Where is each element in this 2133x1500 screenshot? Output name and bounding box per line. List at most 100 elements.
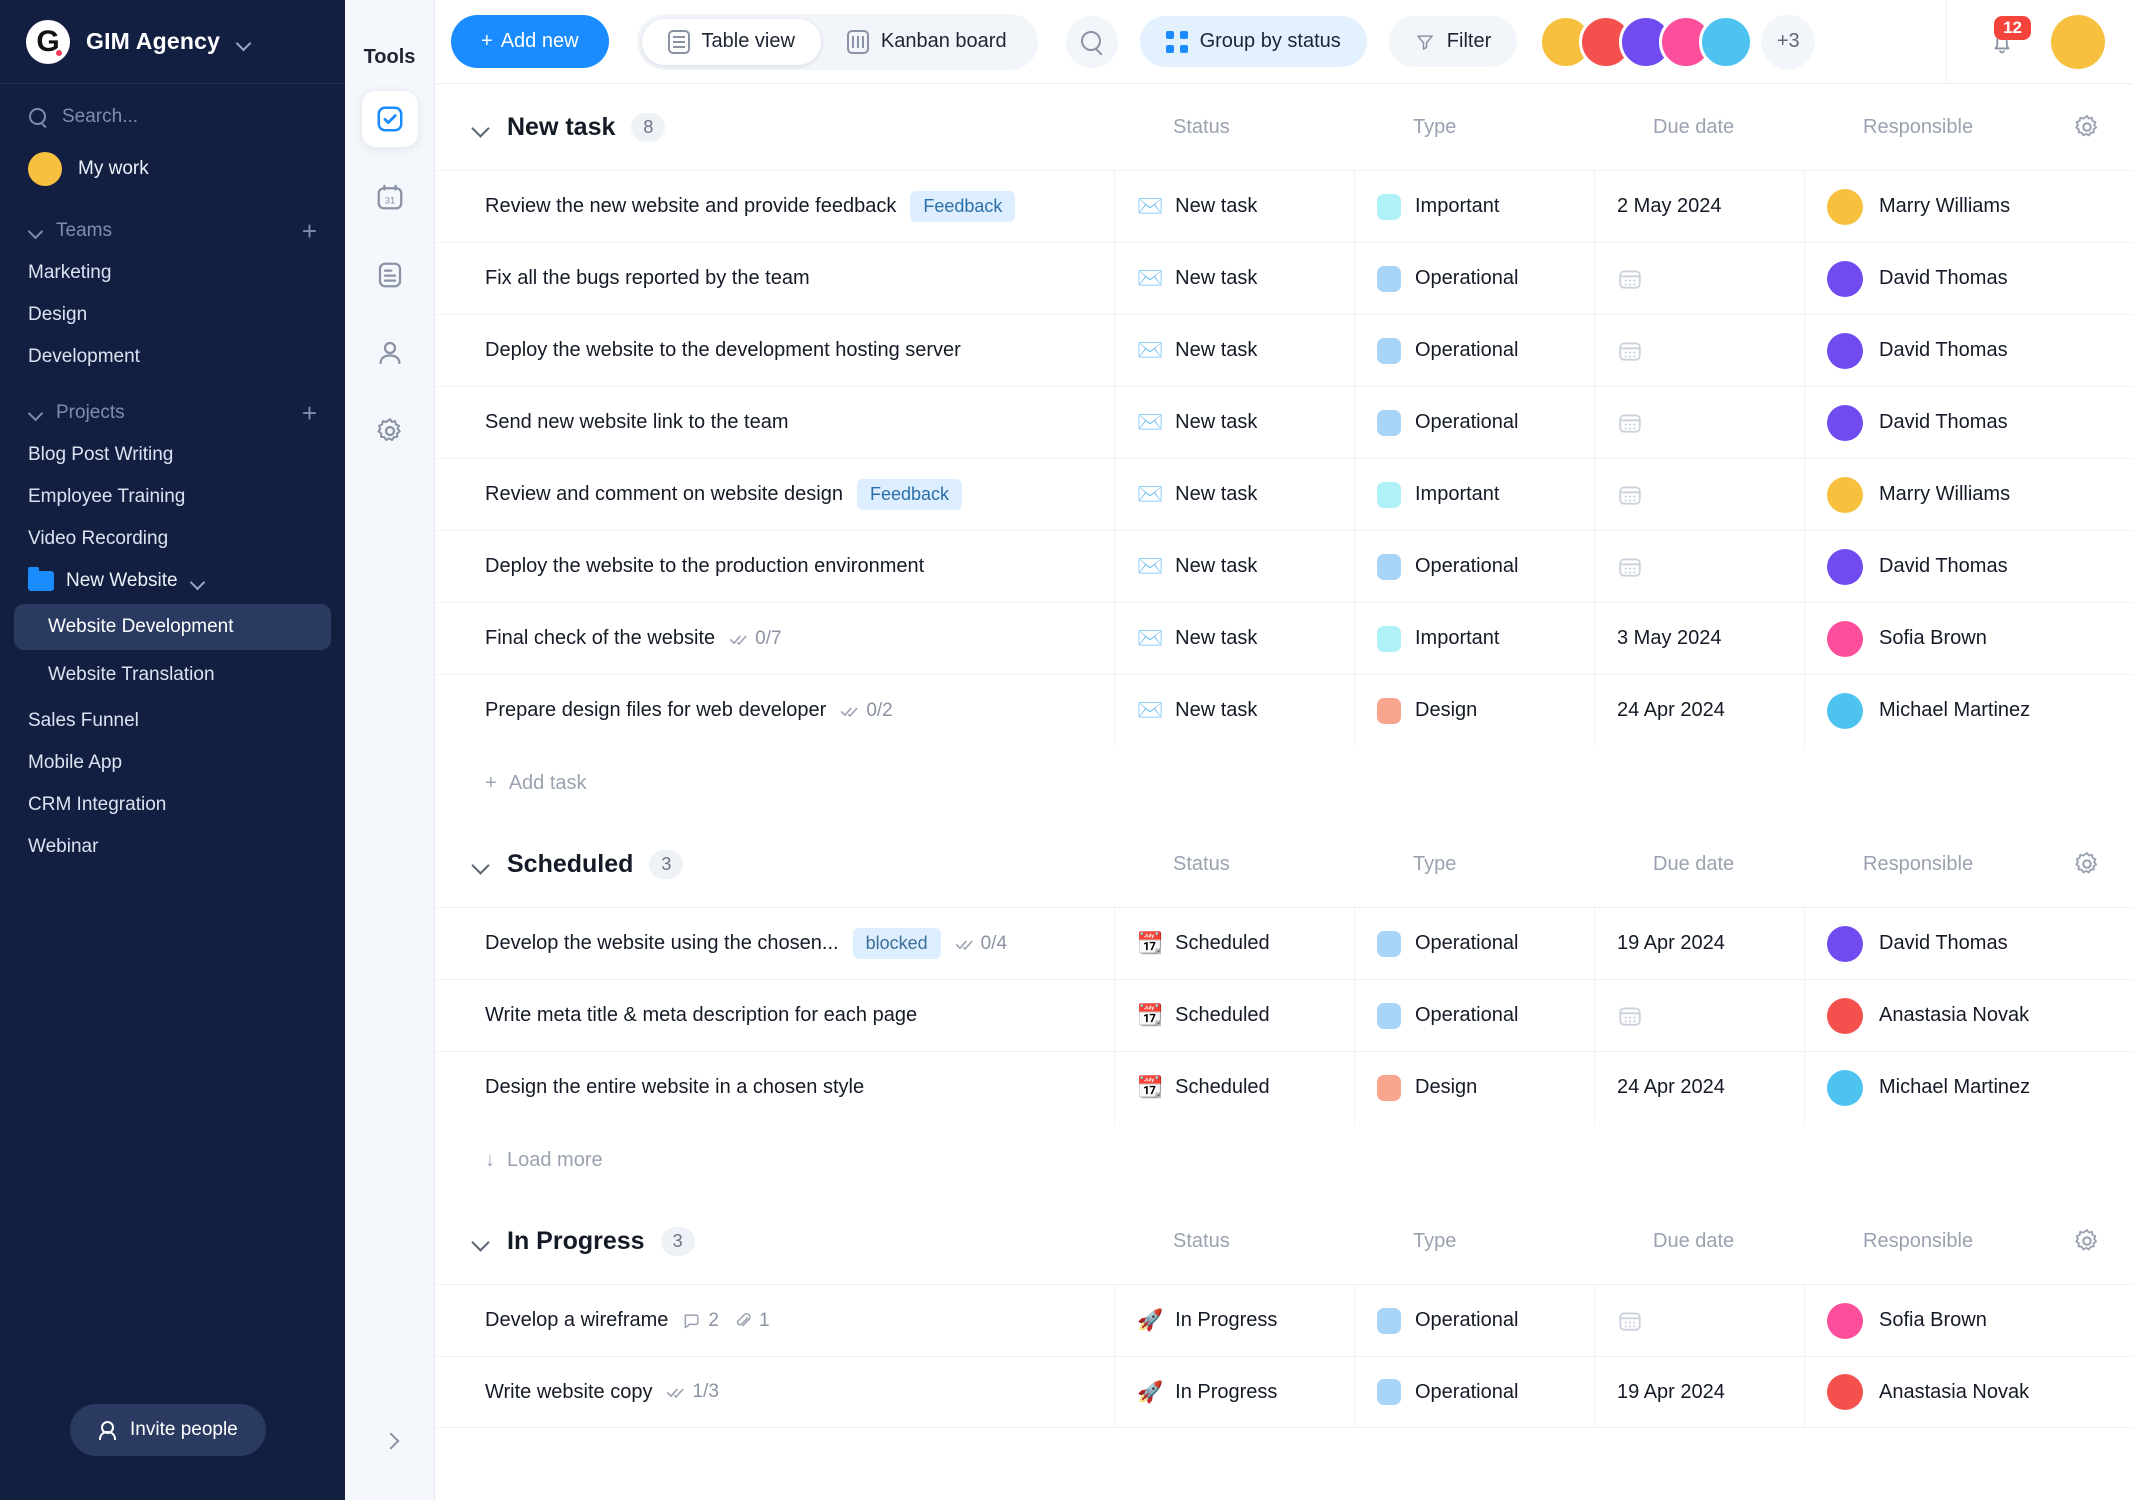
cell-type[interactable]: Operational bbox=[1355, 1356, 1595, 1428]
table-row[interactable]: Fix all the bugs reported by the team ✉️ N… bbox=[435, 242, 2133, 315]
sidebar-item-blog-post-writing[interactable]: Blog Post Writing bbox=[0, 434, 345, 476]
cell-task[interactable]: Review the new website and provide feedb… bbox=[435, 170, 1115, 243]
sidebar-folder-new-website[interactable]: New Website bbox=[0, 560, 345, 602]
cell-due-date[interactable]: 19 Apr 2024 bbox=[1595, 907, 1805, 980]
table-row[interactable]: Deploy the website to the development ho… bbox=[435, 314, 2133, 387]
cell-type[interactable]: Operational bbox=[1355, 1284, 1595, 1357]
rail-item-calendar[interactable]: 31 bbox=[362, 169, 418, 225]
cell-status[interactable]: ✉️ New task bbox=[1115, 170, 1355, 243]
search-button[interactable] bbox=[1065, 15, 1118, 68]
cell-status[interactable]: ✉️ New task bbox=[1115, 674, 1355, 747]
cell-type[interactable]: Operational bbox=[1355, 386, 1595, 459]
tab-table-view[interactable]: Table view bbox=[641, 18, 821, 65]
workspace-switcher[interactable]: G GIM Agency bbox=[0, 0, 345, 84]
cell-status[interactable]: 📆 Scheduled bbox=[1115, 979, 1355, 1052]
table-row[interactable]: Develop a wireframe 2 1 🚀 In Progress Operati… bbox=[435, 1284, 2133, 1357]
rail-item-notes[interactable] bbox=[362, 247, 418, 303]
sidebar-item-marketing[interactable]: Marketing bbox=[0, 252, 345, 294]
cell-due-date[interactable]: 24 Apr 2024 bbox=[1595, 1051, 1805, 1124]
filter-button[interactable]: Filter bbox=[1388, 16, 1518, 67]
sidebar-search[interactable]: Search... bbox=[0, 94, 345, 142]
group-collapse-toggle[interactable] bbox=[471, 1231, 491, 1251]
rail-item-contacts[interactable] bbox=[362, 325, 418, 381]
rail-item-settings[interactable] bbox=[362, 403, 418, 459]
cell-type[interactable]: Design bbox=[1355, 1051, 1595, 1124]
cell-type[interactable]: Operational bbox=[1355, 314, 1595, 387]
cell-type[interactable]: Important bbox=[1355, 170, 1595, 243]
cell-responsible[interactable]: Michael Martinez bbox=[1805, 1052, 2133, 1124]
cell-status[interactable]: ✉️ New task bbox=[1115, 602, 1355, 675]
cell-due-date[interactable] bbox=[1595, 242, 1805, 315]
cell-responsible[interactable]: David Thomas bbox=[1805, 243, 2133, 315]
cell-task[interactable]: Final check of the website 0/7 bbox=[435, 602, 1115, 675]
sidebar-item-video-recording[interactable]: Video Recording bbox=[0, 518, 345, 560]
cell-status[interactable]: 📆 Scheduled bbox=[1115, 907, 1355, 980]
teams-section-header[interactable]: Teams + bbox=[0, 196, 345, 252]
cell-type[interactable]: Important bbox=[1355, 602, 1595, 675]
add-project-button[interactable]: + bbox=[302, 400, 317, 426]
cell-responsible[interactable]: David Thomas bbox=[1805, 531, 2133, 603]
cell-due-date[interactable] bbox=[1595, 314, 1805, 387]
cell-task[interactable]: Write meta title & meta description for … bbox=[435, 979, 1115, 1052]
cell-status[interactable]: ✉️ New task bbox=[1115, 242, 1355, 315]
cell-task[interactable]: Develop a wireframe 2 1 bbox=[435, 1284, 1115, 1357]
cell-task[interactable]: Develop the website using the chosen... b… bbox=[435, 907, 1115, 980]
cell-responsible[interactable]: David Thomas bbox=[1805, 315, 2133, 387]
cell-responsible[interactable]: David Thomas bbox=[1805, 908, 2133, 980]
add-new-button[interactable]: + Add new bbox=[451, 15, 609, 68]
cell-due-date[interactable]: 24 Apr 2024 bbox=[1595, 674, 1805, 747]
cell-task[interactable]: Review and comment on website design Feed… bbox=[435, 458, 1115, 531]
cell-responsible[interactable]: Sofia Brown bbox=[1805, 603, 2133, 675]
sidebar-item-sales-funnel[interactable]: Sales Funnel bbox=[0, 700, 345, 742]
expand-sidebar-button[interactable] bbox=[360, 1410, 420, 1470]
user-avatar[interactable] bbox=[2051, 14, 2105, 69]
cell-task[interactable]: Deploy the website to the development ho… bbox=[435, 314, 1115, 387]
cell-type[interactable]: Operational bbox=[1355, 530, 1595, 603]
cell-type[interactable]: Operational bbox=[1355, 242, 1595, 315]
sidebar-item-crm-integration[interactable]: CRM Integration bbox=[0, 784, 345, 826]
cell-status[interactable]: ✉️ New task bbox=[1115, 386, 1355, 459]
table-row[interactable]: Review the new website and provide feedb… bbox=[435, 170, 2133, 243]
cell-responsible[interactable]: David Thomas bbox=[1805, 387, 2133, 459]
cell-status[interactable]: 📆 Scheduled bbox=[1115, 1051, 1355, 1124]
cell-due-date[interactable] bbox=[1595, 1284, 1805, 1357]
group-by-status-button[interactable]: Group by status bbox=[1139, 16, 1367, 67]
table-row[interactable]: Deploy the website to the production env… bbox=[435, 530, 2133, 603]
projects-section-header[interactable]: Projects + bbox=[0, 378, 345, 434]
cell-responsible[interactable]: Marry Williams bbox=[1805, 171, 2133, 243]
cell-status[interactable]: ✉️ New task bbox=[1115, 530, 1355, 603]
add-team-button[interactable]: + bbox=[302, 218, 317, 244]
cell-responsible[interactable]: Anastasia Novak bbox=[1805, 1356, 2133, 1428]
cell-task[interactable]: Prepare design files for web developer 0/… bbox=[435, 674, 1115, 747]
sidebar-item-website-translation[interactable]: Website Translation bbox=[14, 652, 331, 698]
cell-status[interactable]: ✉️ New task bbox=[1115, 458, 1355, 531]
sidebar-item-webinar[interactable]: Webinar bbox=[0, 826, 345, 868]
cell-due-date[interactable]: 2 May 2024 bbox=[1595, 170, 1805, 243]
member-avatars[interactable]: +3 bbox=[1539, 14, 1816, 69]
cell-task[interactable]: Send new website link to the team bbox=[435, 386, 1115, 459]
cell-due-date[interactable] bbox=[1595, 386, 1805, 459]
cell-status[interactable]: 🚀 In Progress bbox=[1115, 1356, 1355, 1428]
table-row[interactable]: Write website copy 1/3 🚀 In Progress Operati… bbox=[435, 1356, 2133, 1428]
cell-type[interactable]: Design bbox=[1355, 674, 1595, 747]
group-collapse-toggle[interactable] bbox=[471, 117, 491, 137]
add-task-button[interactable]: + Add task bbox=[435, 746, 2133, 821]
sidebar-item-mobile-app[interactable]: Mobile App bbox=[0, 742, 345, 784]
sidebar-item-my-work[interactable]: My work bbox=[0, 142, 345, 196]
group-collapse-toggle[interactable] bbox=[471, 854, 491, 874]
table-row[interactable]: Write meta title & meta description for … bbox=[435, 979, 2133, 1052]
sidebar-item-design[interactable]: Design bbox=[0, 294, 345, 336]
cell-due-date[interactable]: 3 May 2024 bbox=[1595, 602, 1805, 675]
column-settings-icon[interactable] bbox=[2073, 113, 2101, 141]
cell-type[interactable]: Operational bbox=[1355, 979, 1595, 1052]
cell-due-date[interactable]: 19 Apr 2024 bbox=[1595, 1356, 1805, 1428]
cell-responsible[interactable]: Anastasia Novak bbox=[1805, 980, 2133, 1052]
cell-task[interactable]: Design the entire website in a chosen st… bbox=[435, 1051, 1115, 1124]
column-settings-icon[interactable] bbox=[2073, 850, 2101, 878]
load-more-button[interactable]: ↓ Load more bbox=[435, 1123, 2133, 1198]
cell-responsible[interactable]: Sofia Brown bbox=[1805, 1285, 2133, 1357]
cell-due-date[interactable] bbox=[1595, 530, 1805, 603]
table-row[interactable]: Prepare design files for web developer 0/… bbox=[435, 674, 2133, 747]
table-row[interactable]: Review and comment on website design Feed… bbox=[435, 458, 2133, 531]
cell-type[interactable]: Important bbox=[1355, 458, 1595, 531]
